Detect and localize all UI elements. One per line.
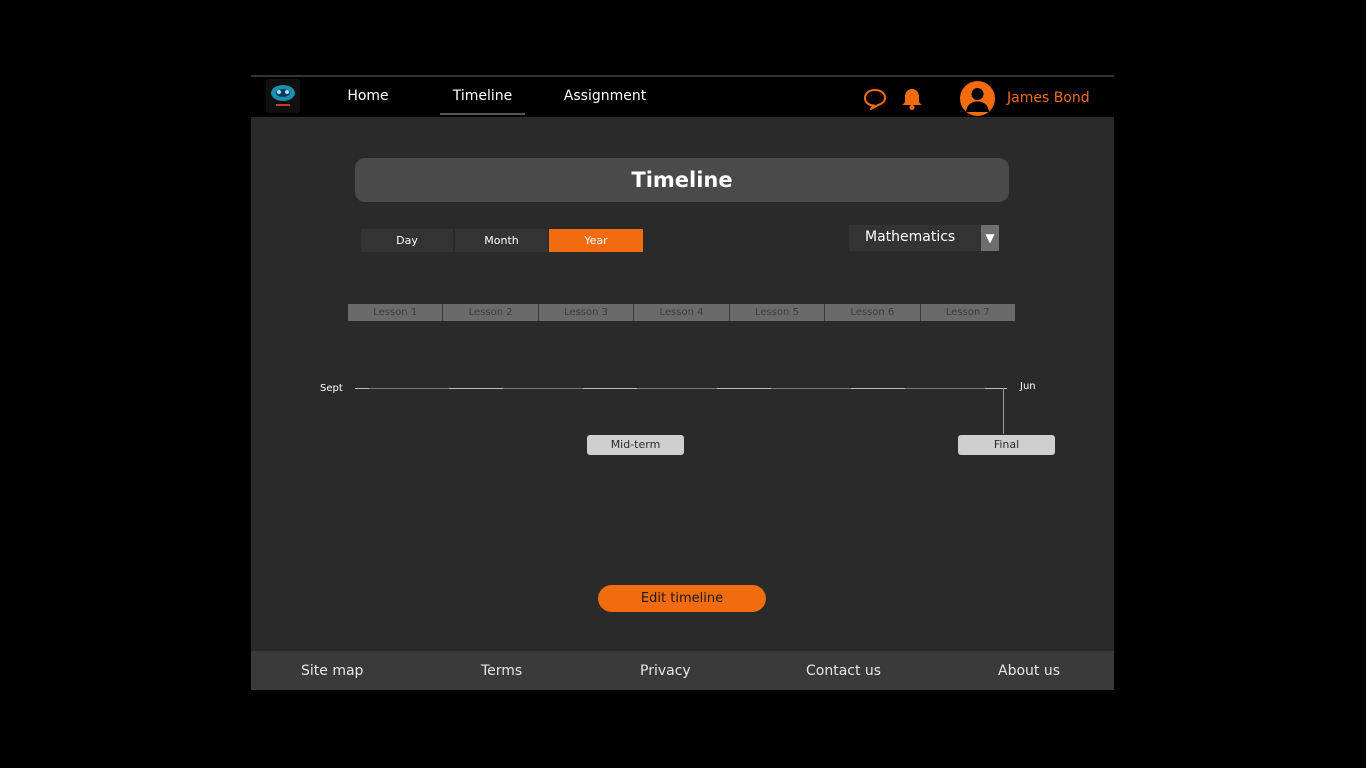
view-toggle-year[interactable]: Year [549,229,643,252]
page-title: Timeline [355,158,1009,202]
chevron-down-icon[interactable]: ▼ [981,225,999,251]
lesson-item[interactable]: Lesson 2 [443,304,539,321]
lesson-item[interactable]: Lesson 4 [634,304,730,321]
lesson-item[interactable]: Lesson 1 [348,304,444,321]
footer-link-site-map[interactable]: Site map [301,663,363,679]
user-name[interactable]: James Bond [1007,90,1090,106]
logo-icon[interactable] [266,79,300,113]
timeline-tick [717,388,771,389]
view-toggle-month[interactable]: Month [455,229,548,252]
timeline-start-label: Sept [320,383,343,394]
milestone-final[interactable]: Final [958,435,1055,455]
view-toggle-day[interactable]: Day [361,229,453,252]
nav-timeline[interactable]: Timeline [440,87,525,115]
nav-assignment[interactable]: Assignment [557,87,653,115]
timeline-tick [355,388,369,389]
edit-timeline-button[interactable]: Edit timeline [598,585,766,612]
footer-link-contact-us[interactable]: Contact us [806,663,881,679]
footer-link-terms[interactable]: Terms [481,663,522,679]
timeline-tick [851,388,905,389]
user-avatar-icon[interactable] [960,81,995,116]
timeline-end-label: Jun [1020,381,1036,392]
lesson-item[interactable]: Lesson 3 [539,304,635,321]
nav-home[interactable]: Home [345,87,391,115]
top-nav-bar: Home Timeline Assignment James Bond [251,75,1114,117]
footer-link-about-us[interactable]: About us [998,663,1060,679]
milestone-midterm[interactable]: Mid-term [587,435,684,455]
footer: Site map Terms Privacy Contact us About … [251,651,1114,690]
subject-dropdown[interactable]: Mathematics ▼ [849,225,999,251]
bell-icon[interactable] [899,86,925,112]
lesson-item[interactable]: Lesson 7 [921,304,1015,321]
footer-link-privacy[interactable]: Privacy [640,663,691,679]
timeline-tick [583,388,637,389]
app-window: Home Timeline Assignment James Bond Time… [251,75,1114,690]
subject-selected-value: Mathematics [865,229,956,245]
lesson-strip: Lesson 1 Lesson 2 Lesson 3 Lesson 4 Less… [348,304,1015,321]
lesson-item[interactable]: Lesson 5 [730,304,826,321]
final-connector-line [1003,388,1004,434]
timeline-tick [449,388,503,389]
lesson-item[interactable]: Lesson 6 [825,304,921,321]
chat-icon[interactable] [862,86,888,112]
